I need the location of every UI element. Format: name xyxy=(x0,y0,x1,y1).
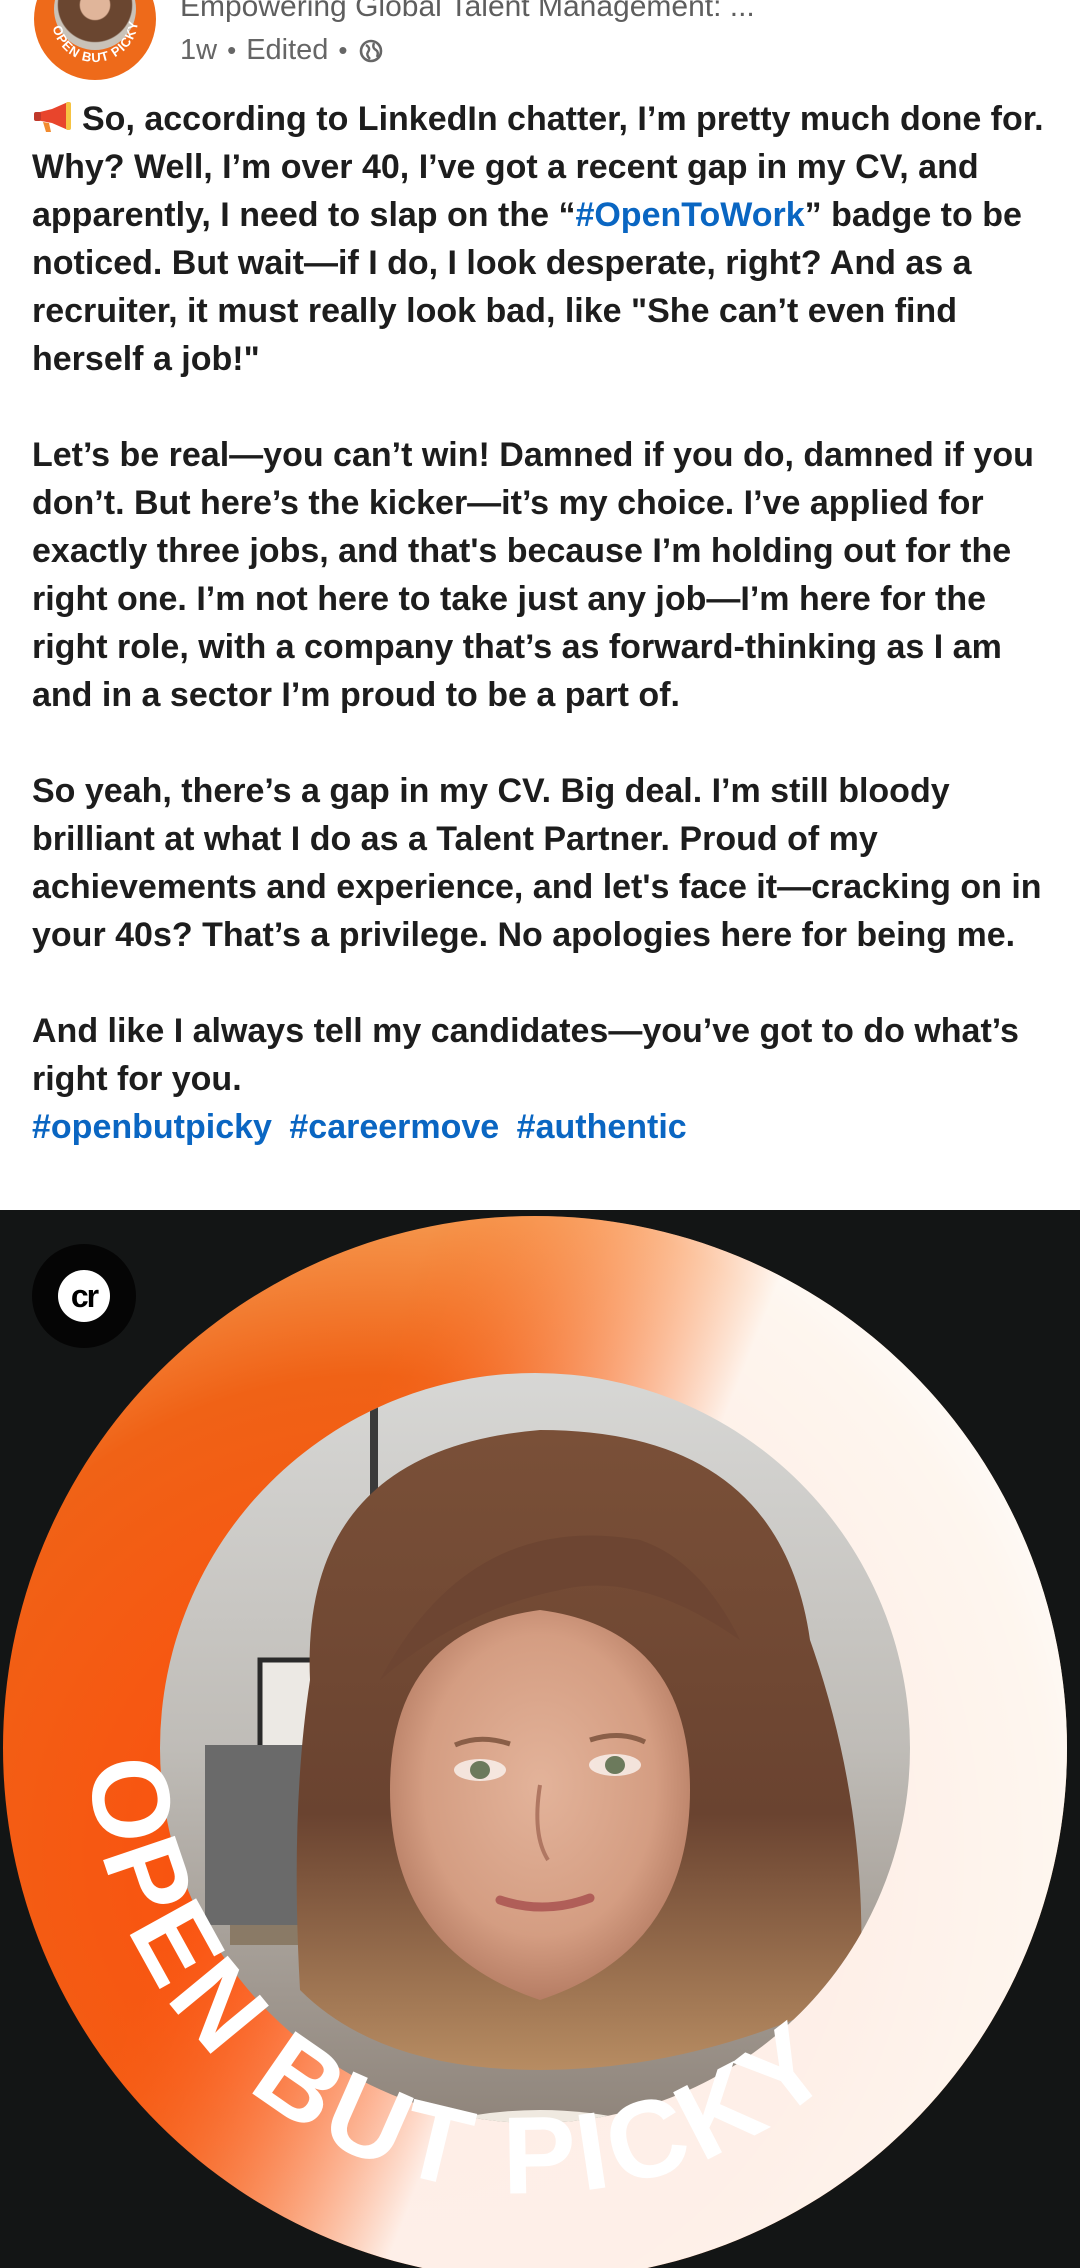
globe-icon xyxy=(358,38,384,64)
avatar-ring-text: OPEN BUT PICKY xyxy=(50,19,141,65)
author-headline[interactable]: Empowering Global Talent Management: ... xyxy=(180,0,800,24)
hashtag-link[interactable]: #careermove xyxy=(289,1108,499,1146)
edited-label: Edited xyxy=(246,34,329,66)
meta-separator: • xyxy=(338,35,348,65)
content-credentials-badge[interactable]: cr xyxy=(32,1244,136,1348)
post-paragraph: So yeah, there’s a gap in my CV. Big dea… xyxy=(32,772,1042,954)
post-age: 1w xyxy=(180,34,218,66)
post-text: So, according to LinkedIn chatter, I’m p… xyxy=(32,95,1052,1199)
hashtag-link[interactable]: #openbutpicky xyxy=(32,1108,272,1146)
megaphone-icon xyxy=(32,99,76,133)
post-paragraph: And like I always tell my candidates—you… xyxy=(32,1012,1019,1098)
cr-icon: cr xyxy=(58,1270,110,1322)
profile-frame-graphic: OPEN BUT PICKY xyxy=(3,1216,1067,2268)
post-paragraph: Let’s be real—you can’t win! Damned if y… xyxy=(32,436,1034,714)
hashtag-list: #openbutpicky #careermove #authentic xyxy=(32,1103,1052,1151)
opentowork-hashtag-link[interactable]: #OpenToWork xyxy=(575,196,804,234)
post-meta: 1w • Edited • xyxy=(180,34,384,67)
post-image[interactable]: OPEN BUT PICKY cr xyxy=(0,1210,1080,2268)
author-avatar[interactable]: OPEN BUT PICKY xyxy=(34,0,156,80)
post-paragraph: So, according to LinkedIn chatter, I’m p… xyxy=(32,95,1052,383)
post-header: OPEN BUT PICKY Empowering Global Talent … xyxy=(0,0,1080,85)
meta-separator: • xyxy=(227,35,237,65)
avatar-ring: OPEN BUT PICKY xyxy=(50,19,142,65)
hashtag-link[interactable]: #authentic xyxy=(517,1108,687,1146)
svg-text:OPEN BUT PICKY: OPEN BUT PICKY xyxy=(50,19,142,65)
